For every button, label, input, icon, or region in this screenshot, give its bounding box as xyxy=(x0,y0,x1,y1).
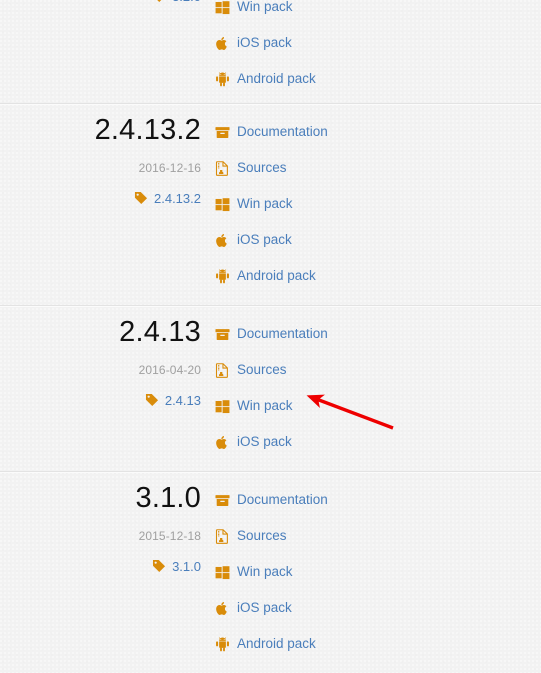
release-list: 3.2.0Win packiOS packAndroid pack2.4.13.… xyxy=(0,0,541,673)
release-meta: 2.4.13.2 2016-12-16 2.4.13.2 xyxy=(0,113,215,207)
download-link-sources[interactable]: Sources xyxy=(215,352,541,388)
download-link-label: iOS pack xyxy=(237,600,292,615)
release-row: 3.1.0 2015-12-18 3.1.0 Documentation Sources… xyxy=(0,472,541,673)
archive-icon xyxy=(215,125,230,140)
release-row: 2.4.13.2 2016-12-16 2.4.13.2 Documentation S… xyxy=(0,104,541,306)
download-link-sources[interactable]: Sources xyxy=(215,518,541,554)
download-link-ios-pack[interactable]: iOS pack xyxy=(215,222,541,258)
release-links: Win pack iOS pack Android pack xyxy=(215,0,541,97)
download-link-label: Win pack xyxy=(237,0,293,14)
download-link-ios-pack[interactable]: iOS pack xyxy=(215,590,541,626)
tag-icon xyxy=(134,191,149,206)
download-link-android-pack[interactable]: Android pack xyxy=(215,626,541,662)
release-tag-label: 3.2.0 xyxy=(172,0,201,5)
apple-icon xyxy=(215,435,230,450)
windows-icon xyxy=(215,197,230,212)
version-heading: 2.4.13.2 xyxy=(94,114,201,146)
release-links: Documentation Sources Win pack iOS pack Andr… xyxy=(215,113,541,294)
release-links: Documentation Sources Win pack iOS pack Andr… xyxy=(215,481,541,662)
download-link-label: Win pack xyxy=(237,398,293,413)
download-link-label: Android pack xyxy=(237,268,316,283)
release-tag-link[interactable]: 2.4.13.2 xyxy=(0,190,201,207)
download-link-documentation[interactable]: Documentation xyxy=(215,316,541,352)
download-link-android-pack[interactable]: Android pack xyxy=(215,61,541,97)
release-tag-link[interactable]: 3.2.0 xyxy=(0,0,201,5)
download-link-label: iOS pack xyxy=(237,434,292,449)
windows-icon xyxy=(215,399,230,414)
archive-icon xyxy=(215,327,230,342)
download-link-label: Win pack xyxy=(237,196,293,211)
release-tag-label: 2.4.13.2 xyxy=(154,191,201,206)
archive-icon xyxy=(215,493,230,508)
version-heading: 2.4.13 xyxy=(119,316,201,348)
file-text-icon xyxy=(215,160,230,176)
release-links: Documentation Sources Win pack iOS pack xyxy=(215,315,541,460)
file-text-icon xyxy=(215,528,230,544)
release-row: 2.4.13 2016-04-20 2.4.13 Documentation Sourc… xyxy=(0,306,541,472)
apple-icon xyxy=(215,233,230,248)
download-link-ios-pack[interactable]: iOS pack xyxy=(215,424,541,460)
release-date: 2016-04-20 xyxy=(138,363,201,377)
release-tag-link[interactable]: 3.1.0 xyxy=(0,558,201,575)
download-link-ios-pack[interactable]: iOS pack xyxy=(215,25,541,61)
release-tag-label: 2.4.13 xyxy=(164,393,201,408)
apple-icon xyxy=(215,36,230,51)
release-tag-label: 3.1.0 xyxy=(172,559,201,574)
download-link-label: Win pack xyxy=(237,564,293,579)
release-meta: 2.4.13 2016-04-20 2.4.13 xyxy=(0,315,215,409)
download-link-label: Documentation xyxy=(237,492,328,507)
release-date: 2015-12-18 xyxy=(138,529,201,543)
windows-icon xyxy=(215,0,230,15)
release-meta: 3.2.0 xyxy=(0,0,215,5)
download-link-android-pack[interactable]: Android pack xyxy=(215,258,541,294)
download-link-win-pack[interactable]: Win pack xyxy=(215,186,541,222)
download-link-label: Documentation xyxy=(237,326,328,341)
android-icon xyxy=(215,71,230,87)
windows-icon xyxy=(215,565,230,580)
version-heading: 3.1.0 xyxy=(135,482,201,514)
download-link-label: Sources xyxy=(237,362,287,377)
tag-icon xyxy=(152,559,167,574)
download-link-label: Sources xyxy=(237,528,287,543)
file-text-icon xyxy=(215,362,230,378)
android-icon xyxy=(215,636,230,652)
release-tag-link[interactable]: 2.4.13 xyxy=(0,392,201,409)
android-icon xyxy=(215,268,230,284)
download-link-label: Android pack xyxy=(237,636,316,651)
download-link-win-pack[interactable]: Win pack xyxy=(215,0,541,25)
tag-icon xyxy=(145,393,160,408)
download-link-sources[interactable]: Sources xyxy=(215,150,541,186)
download-link-label: iOS pack xyxy=(237,35,292,50)
release-row: 3.2.0 Win pack iOS pack Android pack xyxy=(0,0,541,104)
download-link-label: Sources xyxy=(237,160,287,175)
release-meta: 3.1.0 2015-12-18 3.1.0 xyxy=(0,481,215,575)
download-link-label: Documentation xyxy=(237,124,328,139)
download-link-label: iOS pack xyxy=(237,232,292,247)
download-link-win-pack[interactable]: Win pack xyxy=(215,554,541,590)
download-link-documentation[interactable]: Documentation xyxy=(215,114,541,150)
download-link-win-pack[interactable]: Win pack xyxy=(215,388,541,424)
download-link-documentation[interactable]: Documentation xyxy=(215,482,541,518)
apple-icon xyxy=(215,601,230,616)
download-link-label: Android pack xyxy=(237,71,316,86)
release-date: 2016-12-16 xyxy=(138,161,201,175)
tag-icon xyxy=(152,0,167,4)
